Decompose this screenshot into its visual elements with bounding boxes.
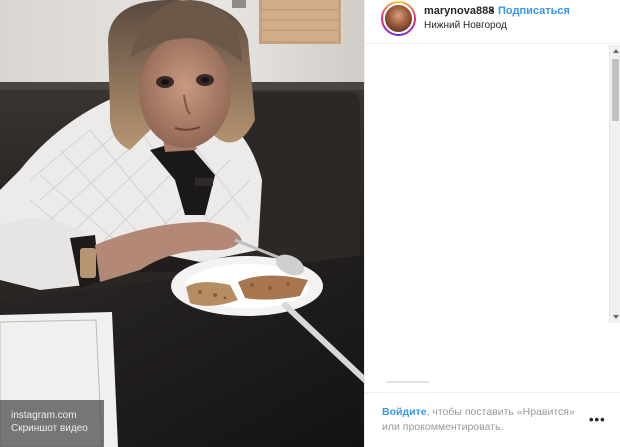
separator-dot: •	[490, 5, 494, 17]
more-horizontal-icon[interactable]: •••	[589, 412, 606, 427]
scroll-up-icon[interactable]	[613, 49, 619, 53]
avatar-image	[383, 3, 414, 34]
watermark-line1: instagram.com	[11, 410, 77, 421]
location-link[interactable]: Нижний Новгород	[424, 20, 507, 31]
divider	[386, 381, 429, 383]
scroll-down-icon[interactable]	[613, 315, 619, 319]
follow-button[interactable]: Подписаться	[498, 5, 570, 17]
instagram-watermark: instagram.com Скриншот видео	[0, 400, 104, 447]
watermark-line2: Скриншот видео	[11, 423, 88, 434]
post-header: marynova888 • Подписаться Нижний Новгоро…	[365, 0, 620, 44]
scroll-thumb[interactable]	[612, 59, 619, 121]
post-sidebar: marynova888 • Подписаться Нижний Новгоро…	[364, 0, 620, 447]
comments-scrollbar[interactable]	[609, 45, 620, 323]
photo-illustration	[0, 0, 364, 447]
username-link[interactable]: marynova888	[424, 5, 494, 17]
post-footer: Войдите, чтобы поставить «Нравится» или …	[365, 392, 620, 447]
comments-area	[365, 45, 611, 390]
avatar[interactable]	[381, 1, 416, 36]
post-photo[interactable]: instagram.com Скриншот видео	[0, 0, 364, 447]
login-link[interactable]: Войдите	[382, 406, 427, 418]
login-prompt: Войдите, чтобы поставить «Нравится» или …	[382, 405, 592, 435]
